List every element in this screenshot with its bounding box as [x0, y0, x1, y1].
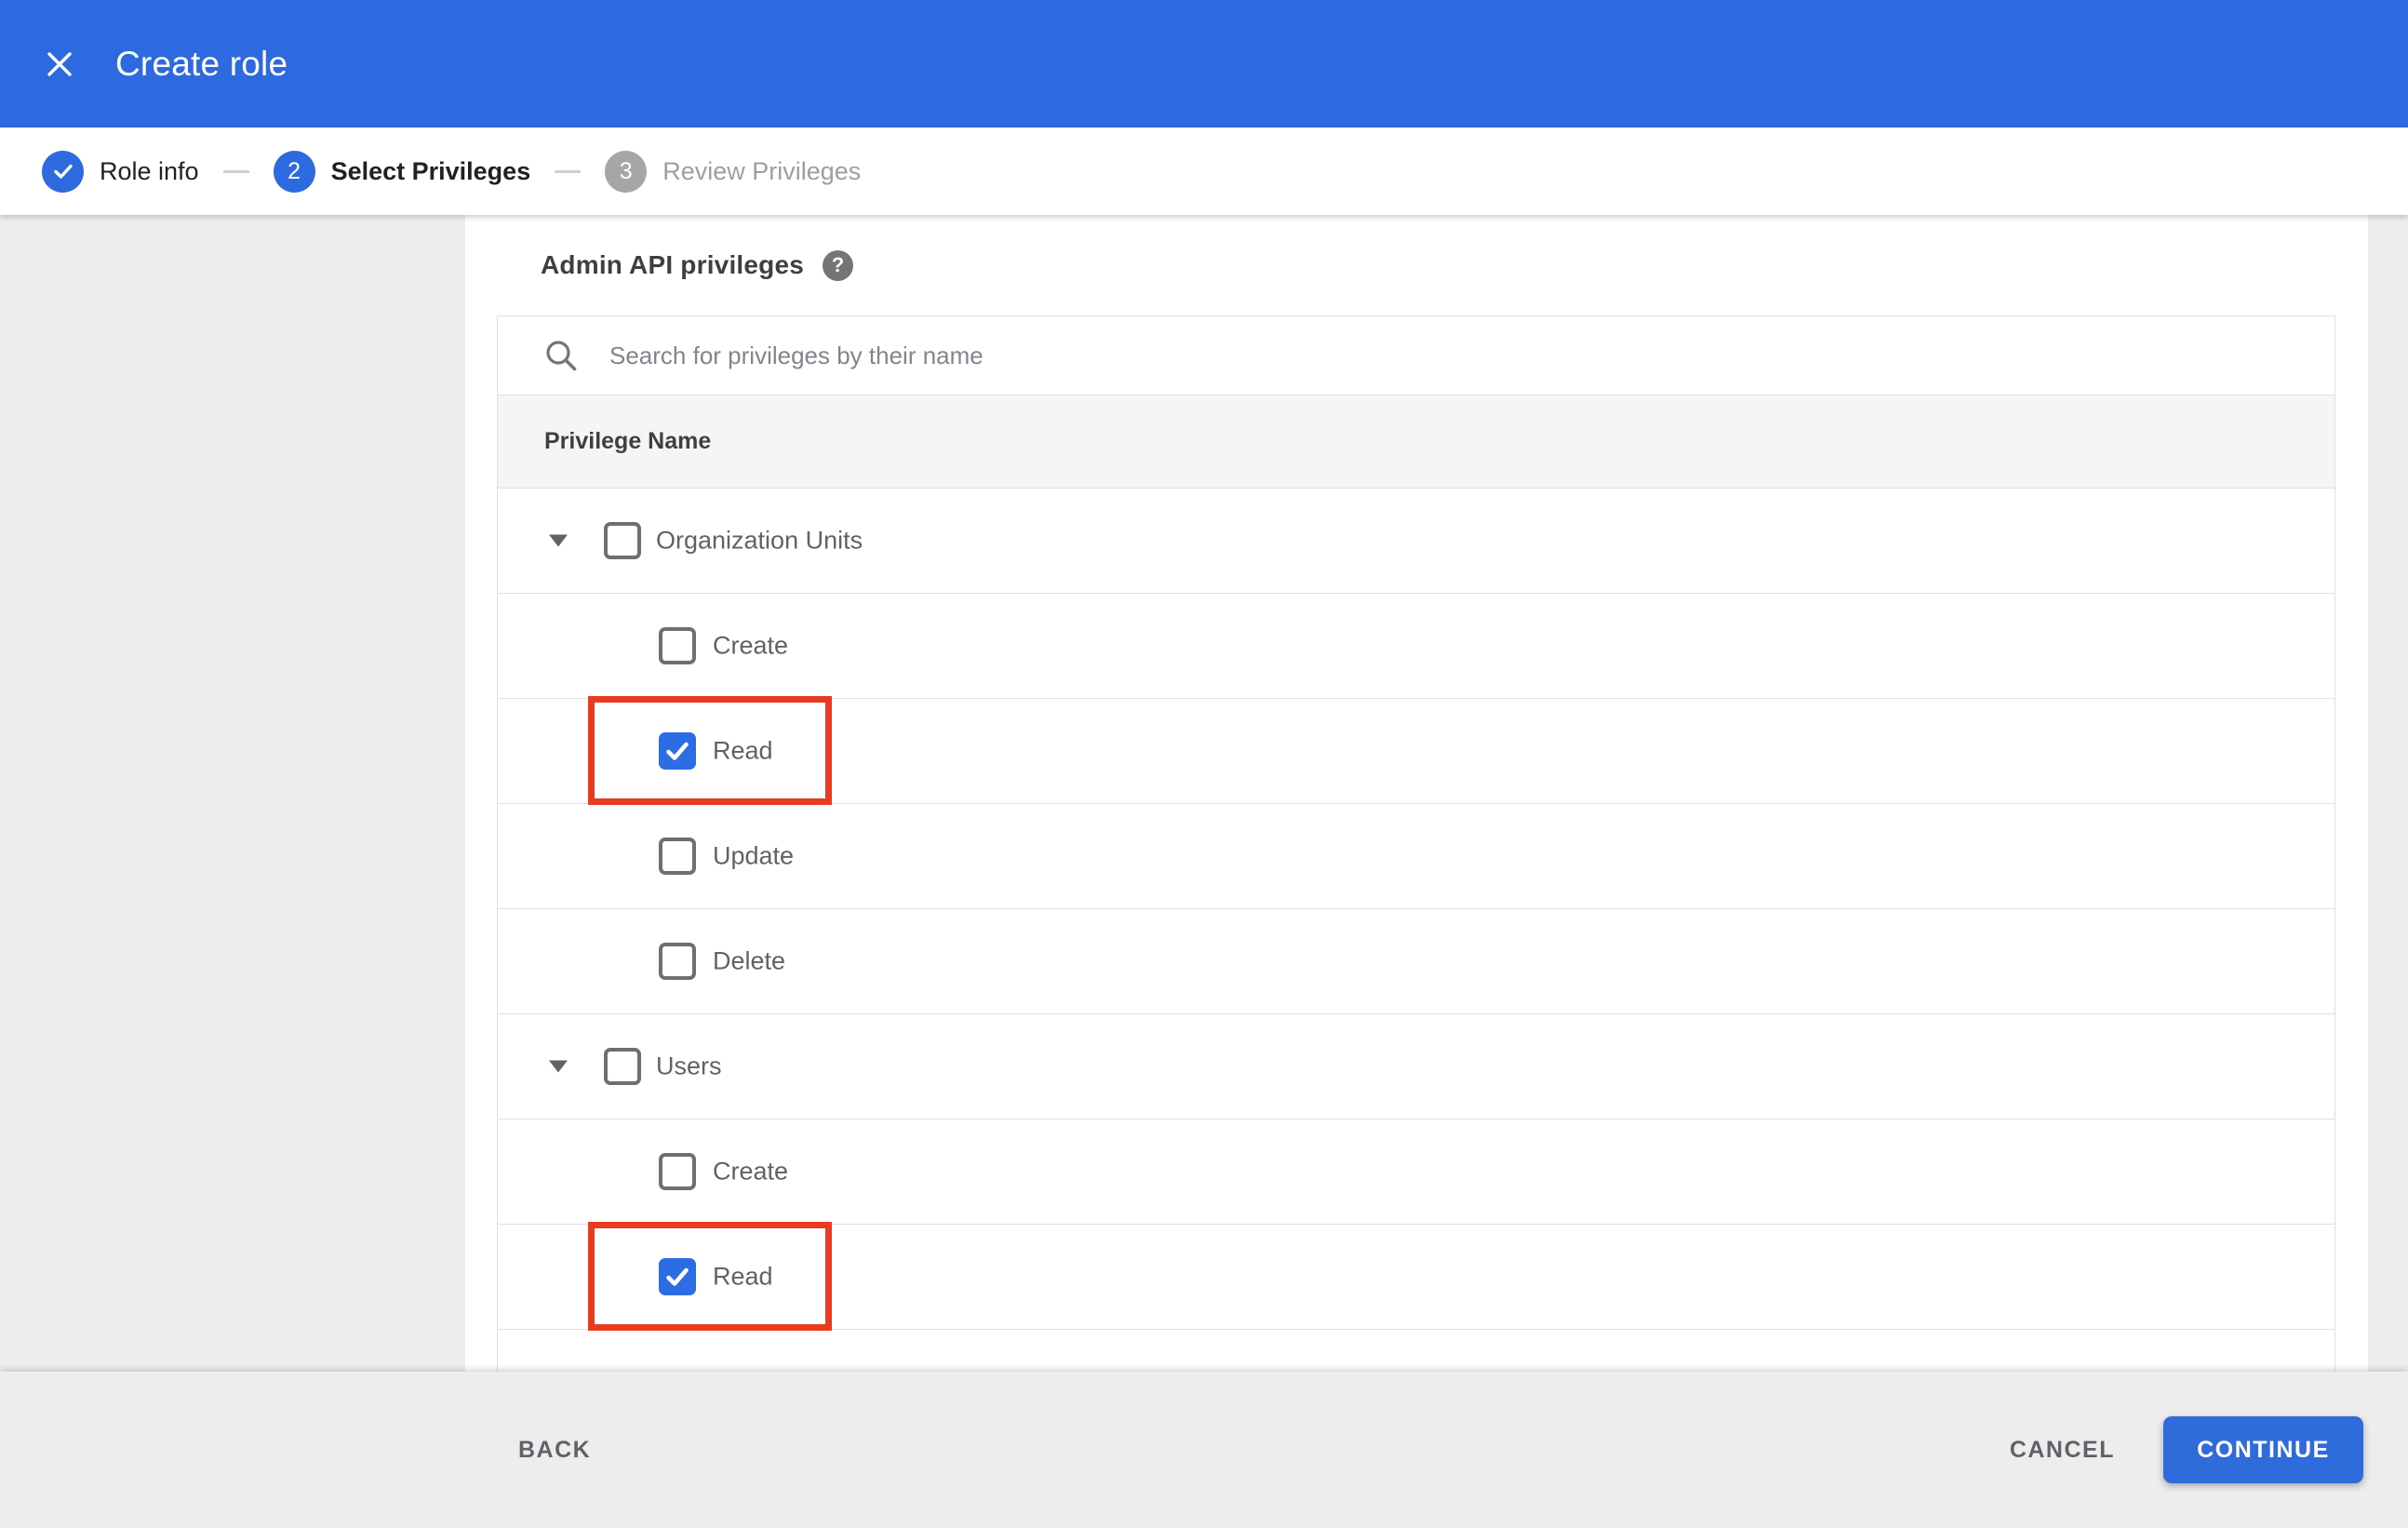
- dialog-footer: BACK CANCEL CONTINUE: [0, 1372, 2408, 1528]
- privilege-row: Read: [498, 696, 2334, 805]
- create-role-dialog: Create role Role info 2 Select Privilege…: [0, 0, 2408, 1528]
- privilege-row: Read: [498, 1222, 2334, 1331]
- step-review-privileges[interactable]: 3 Review Privileges: [605, 150, 862, 193]
- privilege-row: Create: [498, 1119, 2334, 1225]
- step-number-badge: 3: [605, 150, 648, 193]
- close-icon-glyph: [47, 51, 72, 76]
- dialog-header: Create role: [0, 0, 2408, 127]
- step-connector: [555, 169, 582, 173]
- expand-collapse-triangle-icon[interactable]: [549, 534, 568, 547]
- search-input[interactable]: [608, 340, 1724, 371]
- privilege-label: Create: [713, 631, 789, 660]
- content-panel: Admin API privileges ? Privilege Name Or…: [465, 215, 2368, 1372]
- privilege-label: Delete: [713, 946, 786, 975]
- privilege-row: Users: [498, 1014, 2334, 1119]
- section-header: Admin API privileges ?: [465, 215, 2368, 315]
- privilege-row: Update: [498, 804, 2334, 909]
- cancel-button[interactable]: CANCEL: [2010, 1372, 2115, 1528]
- table-header-row: Privilege Name: [498, 395, 2334, 489]
- privilege-row: Organization Units: [498, 489, 2334, 594]
- step-role-info[interactable]: Role info: [42, 150, 199, 193]
- right-background-strip: [2368, 215, 2408, 1372]
- privilege-label: Read: [713, 1262, 773, 1291]
- privilege-rows: Organization Units Create Read Update Delete…: [498, 489, 2334, 1331]
- privilege-label: Create: [713, 1157, 789, 1186]
- checkbox-checked[interactable]: [659, 1258, 696, 1295]
- checkbox-unchecked[interactable]: [659, 943, 696, 980]
- checkbox-unchecked[interactable]: [659, 1153, 696, 1190]
- expand-collapse-triangle-icon[interactable]: [549, 1060, 568, 1073]
- privilege-label: Update: [713, 841, 795, 870]
- annotation-highlight-box: [588, 696, 832, 805]
- privilege-row: Delete: [498, 909, 2334, 1014]
- continue-button[interactable]: CONTINUE: [2163, 1416, 2363, 1483]
- back-button[interactable]: BACK: [518, 1372, 591, 1528]
- privilege-label: Organization Units: [656, 526, 863, 555]
- step-select-privileges[interactable]: 2 Select Privileges: [273, 150, 531, 193]
- privileges-table: Privilege Name Organization Units Create R…: [497, 315, 2335, 1372]
- checkbox-checked[interactable]: [659, 732, 696, 770]
- stepper: Role info 2 Select Privileges 3 Review P…: [0, 127, 2408, 215]
- privilege-label: Users: [656, 1052, 722, 1080]
- help-icon[interactable]: ?: [823, 249, 854, 281]
- step-label: Review Privileges: [662, 156, 862, 185]
- dialog-title: Create role: [115, 44, 288, 83]
- checkbox-unchecked[interactable]: [659, 627, 696, 664]
- left-background-strip: [0, 215, 465, 1372]
- annotation-highlight-box: [588, 1222, 832, 1331]
- step-number-badge: 2: [273, 150, 315, 193]
- step-label: Select Privileges: [330, 156, 531, 185]
- section-title: Admin API privileges: [541, 250, 805, 279]
- step-complete-check-icon: [42, 150, 84, 193]
- step-connector: [222, 169, 249, 173]
- checkbox-unchecked[interactable]: [604, 522, 641, 559]
- checkbox-unchecked[interactable]: [604, 1048, 641, 1085]
- column-header-privilege-name: Privilege Name: [544, 428, 712, 454]
- checkbox-unchecked[interactable]: [659, 838, 696, 875]
- privilege-row: Create: [498, 594, 2334, 699]
- search-bar: [498, 316, 2334, 395]
- privilege-label: Read: [713, 736, 773, 765]
- close-icon[interactable]: [39, 44, 80, 85]
- step-label: Role info: [100, 156, 199, 185]
- search-icon: [546, 341, 577, 371]
